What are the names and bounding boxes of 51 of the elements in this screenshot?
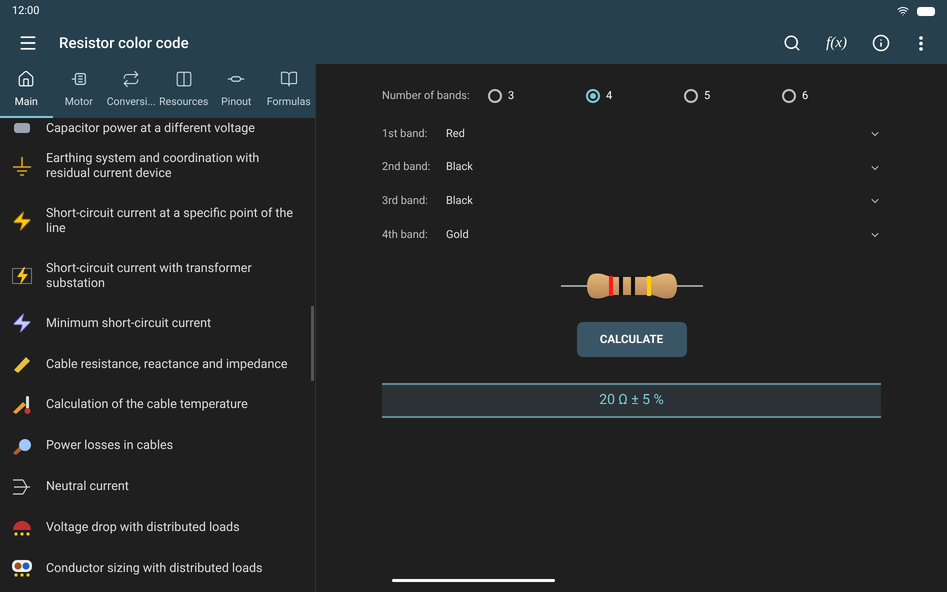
band-count-radio[interactable]: 5	[684, 88, 782, 104]
band-count-radio[interactable]: 6	[782, 88, 880, 104]
lightning-icon	[11, 210, 33, 232]
band-count-label: Number of bands:	[382, 88, 471, 104]
lightning-icon	[11, 312, 33, 334]
band-label: 1st band:	[382, 126, 428, 142]
band-dropdown[interactable]: Red	[446, 120, 881, 147]
band-label: 4th band:	[382, 226, 429, 243]
sidebar-item[interactable]: Earthing system and coordination with residual current device	[0, 138, 311, 193]
battery-icon	[917, 6, 935, 16]
sidebar-item[interactable]: Cable resistance, reactance and impedance	[0, 344, 311, 385]
band-label: 2nd band:	[382, 159, 432, 176]
conductors-icon	[11, 557, 33, 580]
window-title: Resistor color code	[59, 32, 189, 54]
calculate-button[interactable]: CALCULATE	[576, 322, 686, 357]
nav-tab[interactable]: Formulas	[262, 64, 315, 118]
sidebar-item[interactable]: Neutral current	[0, 466, 311, 507]
columns-icon	[174, 70, 193, 88]
home-icon	[17, 70, 36, 88]
lightning-box-icon	[11, 264, 33, 286]
connector-icon	[227, 76, 246, 82]
sidebar-item[interactable]: Calculation of the cable temperature	[0, 384, 311, 426]
sidebar-item[interactable]: Conductor sizing with distributed loads	[0, 548, 311, 589]
sidebar-item[interactable]: Capacitor power at a different voltage	[0, 118, 311, 138]
band-dropdown[interactable]: Black	[446, 188, 881, 214]
band-count-radio[interactable]: 4	[586, 88, 684, 104]
sidebar-item[interactable]: Short-circuit current with transformer substation	[0, 248, 311, 303]
sidebar-item[interactable]: Minimum short-circuit current	[0, 303, 311, 344]
band-dropdown[interactable]: Gold	[446, 222, 881, 248]
ground-icon	[11, 154, 33, 176]
more-icon	[919, 36, 923, 50]
band-label: 3rd band:	[382, 192, 429, 209]
sidebar-item[interactable]: Power losses in cables	[0, 425, 311, 466]
nav-tab[interactable]: Resources	[158, 64, 210, 118]
thermometer-cable-icon	[11, 394, 33, 416]
info-icon	[872, 34, 890, 52]
book-icon	[280, 70, 298, 88]
result-value: 20 Ω ± 5 %	[599, 390, 664, 410]
search-icon	[783, 34, 802, 52]
function-button[interactable]: f(x)	[822, 31, 851, 55]
scrollbar-thumb[interactable]	[311, 306, 314, 381]
sidebar-item[interactable]: Short-circuit current at a specific point of the line	[0, 193, 311, 248]
nav-tab[interactable]: Main	[0, 64, 52, 118]
nav-tab[interactable]: Motor	[52, 64, 105, 118]
band-count-radio[interactable]: 3	[488, 88, 586, 104]
nav-tab[interactable]: Pinout	[210, 64, 262, 118]
sidebar-item[interactable]: Voltage drop with distributed loads	[0, 506, 311, 548]
nav-tab[interactable]: Conversi...	[105, 64, 158, 118]
repeat-icon	[122, 70, 140, 88]
band-dropdown[interactable]: Black	[446, 154, 881, 181]
status-time: 12:00	[12, 2, 40, 19]
